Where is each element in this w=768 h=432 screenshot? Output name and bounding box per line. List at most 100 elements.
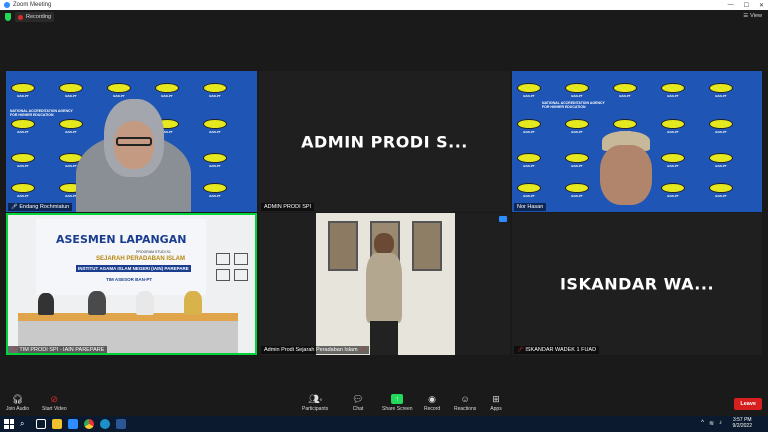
maximize-icon[interactable]: ☐ xyxy=(744,2,749,9)
wifi-icon[interactable]: ≋ xyxy=(709,420,714,427)
agency-text: NATIONAL ACCREDITATION AGENCY FOR HIGHER … xyxy=(542,101,605,109)
banpt-logo: BAN-PT xyxy=(708,83,734,99)
grid-icon: ☰ xyxy=(743,13,749,19)
poster-subtitle: PROGRAM STUDI S1 xyxy=(136,250,171,254)
os-taskbar: ⌕ ^ ≋ ♪ 3:57 PM 9/2/2022 xyxy=(0,416,768,432)
banpt-logo: BAN-PT xyxy=(612,83,638,99)
reactions-button[interactable]: ☺ Reactions xyxy=(454,394,476,412)
clock-date: 9/2/2022 xyxy=(732,423,752,429)
close-icon[interactable]: ✕ xyxy=(759,2,764,9)
window-titlebar: Zoom Meeting — ☐ ✕ xyxy=(0,0,768,10)
volume-icon[interactable]: ♪ xyxy=(719,420,722,427)
banpt-logo: BAN-PT xyxy=(10,119,36,135)
banpt-logo: BAN-PT xyxy=(202,183,228,199)
banpt-logo: BAN-PT xyxy=(708,119,734,135)
zoom-app-icon xyxy=(4,2,10,8)
search-icon[interactable]: ⌕ xyxy=(20,419,30,429)
poster-institution: INSTITUT AGAMA ISLAM NEGERI (IAIN) PAREP… xyxy=(76,265,191,272)
banpt-logo: BAN-PT xyxy=(10,183,36,199)
camera-feed xyxy=(316,213,455,355)
file-explorer-icon[interactable] xyxy=(52,419,62,429)
headphones-icon: 🎧︎ xyxy=(11,393,24,404)
mic-icon: 🎤︎ xyxy=(11,204,18,210)
record-button[interactable]: ◉ Record xyxy=(424,393,440,413)
participant-name-label: Nor Hasan xyxy=(514,203,547,211)
view-label: View xyxy=(750,13,762,19)
banpt-logo: BAN-PT xyxy=(10,153,36,169)
system-clock[interactable]: 3:57 PM 9/2/2022 xyxy=(733,417,752,429)
participant-name-label: 🎤︎ ISKANDAR WADEK 1 FUAD xyxy=(514,346,600,354)
video-tile-tim-prodi-spi[interactable]: ASESMEN LAPANGAN PROGRAM STUDI S1 SEJARA… xyxy=(6,213,257,355)
apps-icon: ⊞ xyxy=(492,393,500,404)
recording-indicator[interactable]: Recording xyxy=(15,12,55,22)
chat-button[interactable]: 💬︎ Chat xyxy=(352,393,364,413)
banpt-logo: BAN-PT xyxy=(660,83,686,99)
participant-name-label: ADMIN PRODI SPI xyxy=(261,203,315,211)
event-poster: ASESMEN LAPANGAN PROGRAM STUDI S1 SEJARA… xyxy=(36,219,206,295)
minimize-icon[interactable]: — xyxy=(728,2,734,8)
encryption-shield-icon[interactable] xyxy=(5,13,11,21)
chevron-up-icon[interactable]: ^ xyxy=(701,420,704,427)
join-audio-button[interactable]: 🎧︎ Join Audio xyxy=(6,393,29,413)
zoom-taskbar-icon[interactable] xyxy=(68,419,78,429)
banpt-logo: BAN-PT xyxy=(202,153,228,169)
banpt-logo: BAN-PT xyxy=(516,183,542,199)
poster-title: ASESMEN LAPANGAN xyxy=(56,233,187,246)
windows-start-icon[interactable] xyxy=(4,419,14,429)
banpt-logo: BAN-PT xyxy=(564,119,590,135)
meeting-controls: 🎧︎ Join Audio ⊘ Start Video 👥︎ 9 Particip… xyxy=(0,392,768,416)
start-video-button[interactable]: ⊘ Start Video xyxy=(42,393,67,413)
reactions-icon: ☺ xyxy=(460,394,470,404)
wall-frames xyxy=(216,253,250,299)
tile-options-icon[interactable] xyxy=(499,216,507,222)
banpt-logo: BAN-PT xyxy=(564,183,590,199)
leave-button[interactable]: Leave xyxy=(734,398,762,410)
record-icon: ◉ xyxy=(428,393,436,404)
chrome-icon[interactable] xyxy=(84,419,94,429)
banpt-logo: BAN-PT xyxy=(516,83,542,99)
banpt-logo: BAN-PT xyxy=(708,153,734,169)
participant-count: 9 xyxy=(319,396,322,402)
video-tile-endang[interactable]: BAN-PT BAN-PT BAN-PT BAN-PT BAN-PT NATIO… xyxy=(6,71,257,212)
banpt-logo: BAN-PT xyxy=(58,83,84,99)
apps-button[interactable]: ⊞ Apps xyxy=(490,393,502,413)
participant-figure xyxy=(594,131,664,212)
mic-muted-icon: 🎤︎ xyxy=(517,347,524,353)
banpt-logo: BAN-PT xyxy=(708,183,734,199)
poster-program: SEJARAH PERADABAN ISLAM xyxy=(96,256,186,262)
meeting-topbar: Recording ☰ View xyxy=(0,10,768,24)
poster-team: TIM ASESOR BAN-PT xyxy=(106,277,153,282)
video-tile-nor-hasan[interactable]: BAN-PT BAN-PT BAN-PT BAN-PT BAN-PT NATIO… xyxy=(512,71,762,212)
banpt-logo: BAN-PT xyxy=(202,119,228,135)
recording-label: Recording xyxy=(26,14,52,20)
word-icon[interactable] xyxy=(116,419,126,429)
participants-button[interactable]: 👥︎ 9 Participants xyxy=(302,393,328,413)
name-tile-iskandar[interactable]: ISKANDAR WA... 🎤︎ ISKANDAR WADEK 1 FUAD xyxy=(512,213,762,355)
system-tray: ^ ≋ ♪ xyxy=(701,420,722,427)
agency-text: NATIONAL ACCREDITATION AGENCY FOR HIGHER … xyxy=(10,109,73,117)
edge-icon[interactable] xyxy=(100,419,110,429)
name-tile-admin-prodi-spi[interactable]: ADMIN PRODI S... ADMIN PRODI SPI xyxy=(259,71,510,212)
record-dot-icon xyxy=(18,14,23,20)
participants-icon: 👥︎ 9 xyxy=(308,393,322,404)
participant-name-label: Admin Prodi Sejarah Peradaban Islam 🎤︎ xyxy=(261,346,369,354)
video-tile-admin-prodi-sejarah[interactable]: Admin Prodi Sejarah Peradaban Islam 🎤︎ xyxy=(259,213,510,355)
mic-muted-icon: 🎤︎ xyxy=(11,347,18,353)
banpt-logo: BAN-PT xyxy=(516,119,542,135)
banpt-logo: BAN-PT xyxy=(10,83,36,99)
participant-name-label: 🎤︎ TIM PRODI SPI - IAIN PAREPARE xyxy=(8,346,108,354)
share-screen-button[interactable]: ↑ Share Screen xyxy=(382,394,413,412)
task-view-icon[interactable] xyxy=(36,419,46,429)
participant-figure xyxy=(76,99,191,212)
video-off-icon: ⊘ xyxy=(50,393,59,404)
banpt-logo: BAN-PT xyxy=(154,83,180,99)
participant-name-label: 🎤︎ Endang Rochmiatun xyxy=(8,203,73,211)
participant-display-name: ISKANDAR WA... xyxy=(559,274,715,294)
window-title: Zoom Meeting xyxy=(13,2,52,8)
banpt-logo: BAN-PT xyxy=(564,153,590,169)
banpt-logo: BAN-PT xyxy=(202,83,228,99)
banpt-logo: BAN-PT xyxy=(516,153,542,169)
chat-icon: 💬︎ xyxy=(352,393,364,404)
banpt-logo: BAN-PT xyxy=(564,83,590,99)
view-button[interactable]: ☰ View xyxy=(743,13,762,19)
